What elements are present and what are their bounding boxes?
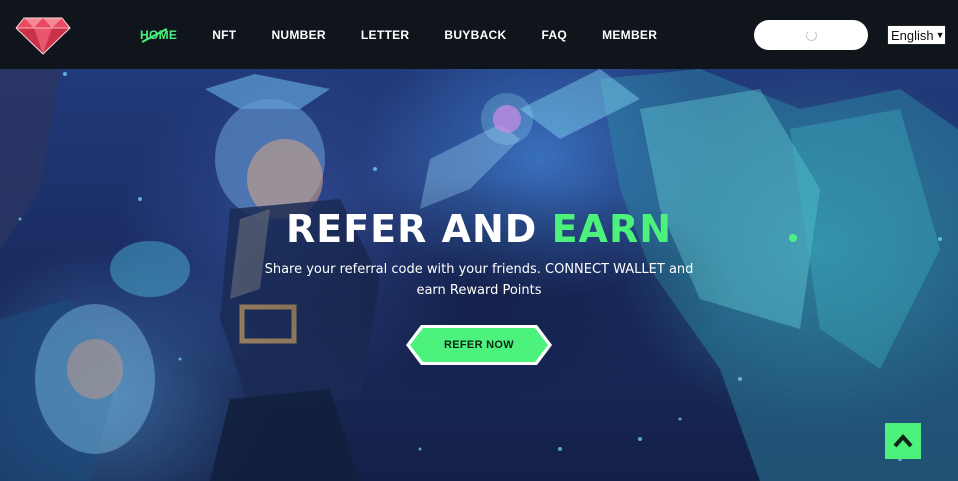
refer-now-button[interactable]: REFER NOW: [405, 324, 553, 366]
nav-item-faq[interactable]: FAQ: [541, 28, 567, 42]
nav-item-nft[interactable]: NFT: [212, 28, 236, 42]
diamond-logo-icon[interactable]: [14, 12, 72, 56]
nav-item-letter[interactable]: LETTER: [361, 28, 409, 42]
hero-title: REFER AND EARN: [0, 207, 958, 251]
language-select-value: English: [891, 27, 934, 43]
hero-title-main: REFER AND: [285, 207, 552, 251]
chevron-up-icon: [893, 433, 913, 448]
nav-item-number[interactable]: NUMBER: [271, 28, 325, 42]
nav-item-buyback[interactable]: BUYBACK: [444, 28, 506, 42]
nav-item-home[interactable]: HOME: [140, 28, 177, 42]
site-header: HOME NFT NUMBER LETTER BUYBACK FAQ MEMBE…: [0, 0, 958, 69]
spinner-icon: [805, 29, 817, 41]
hero-section: REFER AND EARN Share your referral code …: [0, 69, 958, 481]
hero-title-accent: EARN: [551, 207, 673, 251]
main-nav: HOME NFT NUMBER LETTER BUYBACK FAQ MEMBE…: [140, 0, 692, 69]
nav-item-member[interactable]: MEMBER: [602, 28, 657, 42]
chevron-down-icon: ▼: [935, 30, 945, 40]
language-select[interactable]: English ▼: [887, 25, 946, 45]
scroll-to-top-button[interactable]: [885, 423, 921, 459]
hero-subtitle: Share your referral code with your frien…: [264, 262, 694, 298]
refer-now-label: REFER NOW: [444, 339, 514, 351]
connect-wallet-button[interactable]: [754, 20, 868, 50]
header-divider: [735, 22, 737, 46]
